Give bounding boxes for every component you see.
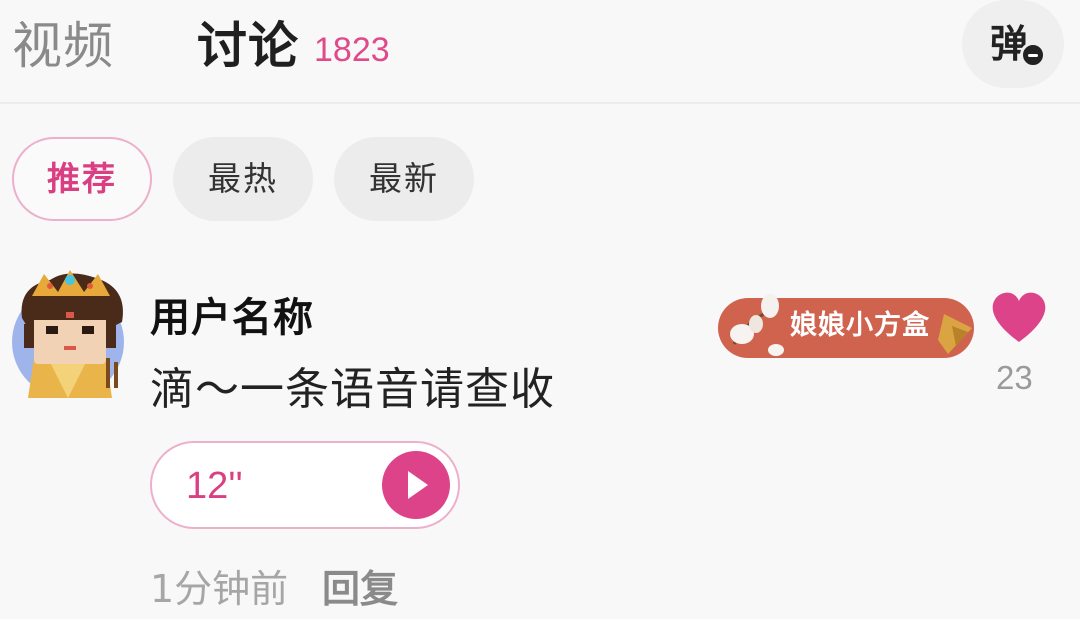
danmaku-off-icon <box>1020 42 1046 68</box>
tab-video[interactable]: 视频 <box>12 14 114 78</box>
avatar[interactable] <box>10 266 130 398</box>
danmaku-toggle-button[interactable]: 弹 <box>962 0 1064 88</box>
voice-message-player[interactable]: 12'' <box>150 441 460 529</box>
fan-badge[interactable]: 娘娘小方盒 <box>716 292 978 364</box>
voice-duration: 12'' <box>186 465 243 507</box>
heart-icon <box>992 292 1046 342</box>
like-count: 23 <box>996 359 1033 396</box>
like-button[interactable] <box>990 290 1048 344</box>
empress-avatar-icon <box>12 270 124 398</box>
filter-recommend[interactable]: 推荐 <box>12 137 152 221</box>
play-icon[interactable] <box>382 451 450 519</box>
discussion-count: 1823 <box>314 31 390 69</box>
top-tab-bar: 视频 讨论 1823 弹 <box>0 0 1080 104</box>
tab-discussion[interactable]: 讨论 <box>197 14 299 78</box>
comment-text: 滴～一条语音请查收 <box>150 364 555 415</box>
reply-button[interactable]: 回复 <box>322 564 398 614</box>
filter-new[interactable]: 最新 <box>334 137 474 221</box>
badge-label: 娘娘小方盒 <box>790 310 930 341</box>
comment-username[interactable]: 用户名称 <box>150 292 314 344</box>
comment-time: 1分钟前 <box>150 567 289 611</box>
filter-hot[interactable]: 最热 <box>173 137 313 221</box>
